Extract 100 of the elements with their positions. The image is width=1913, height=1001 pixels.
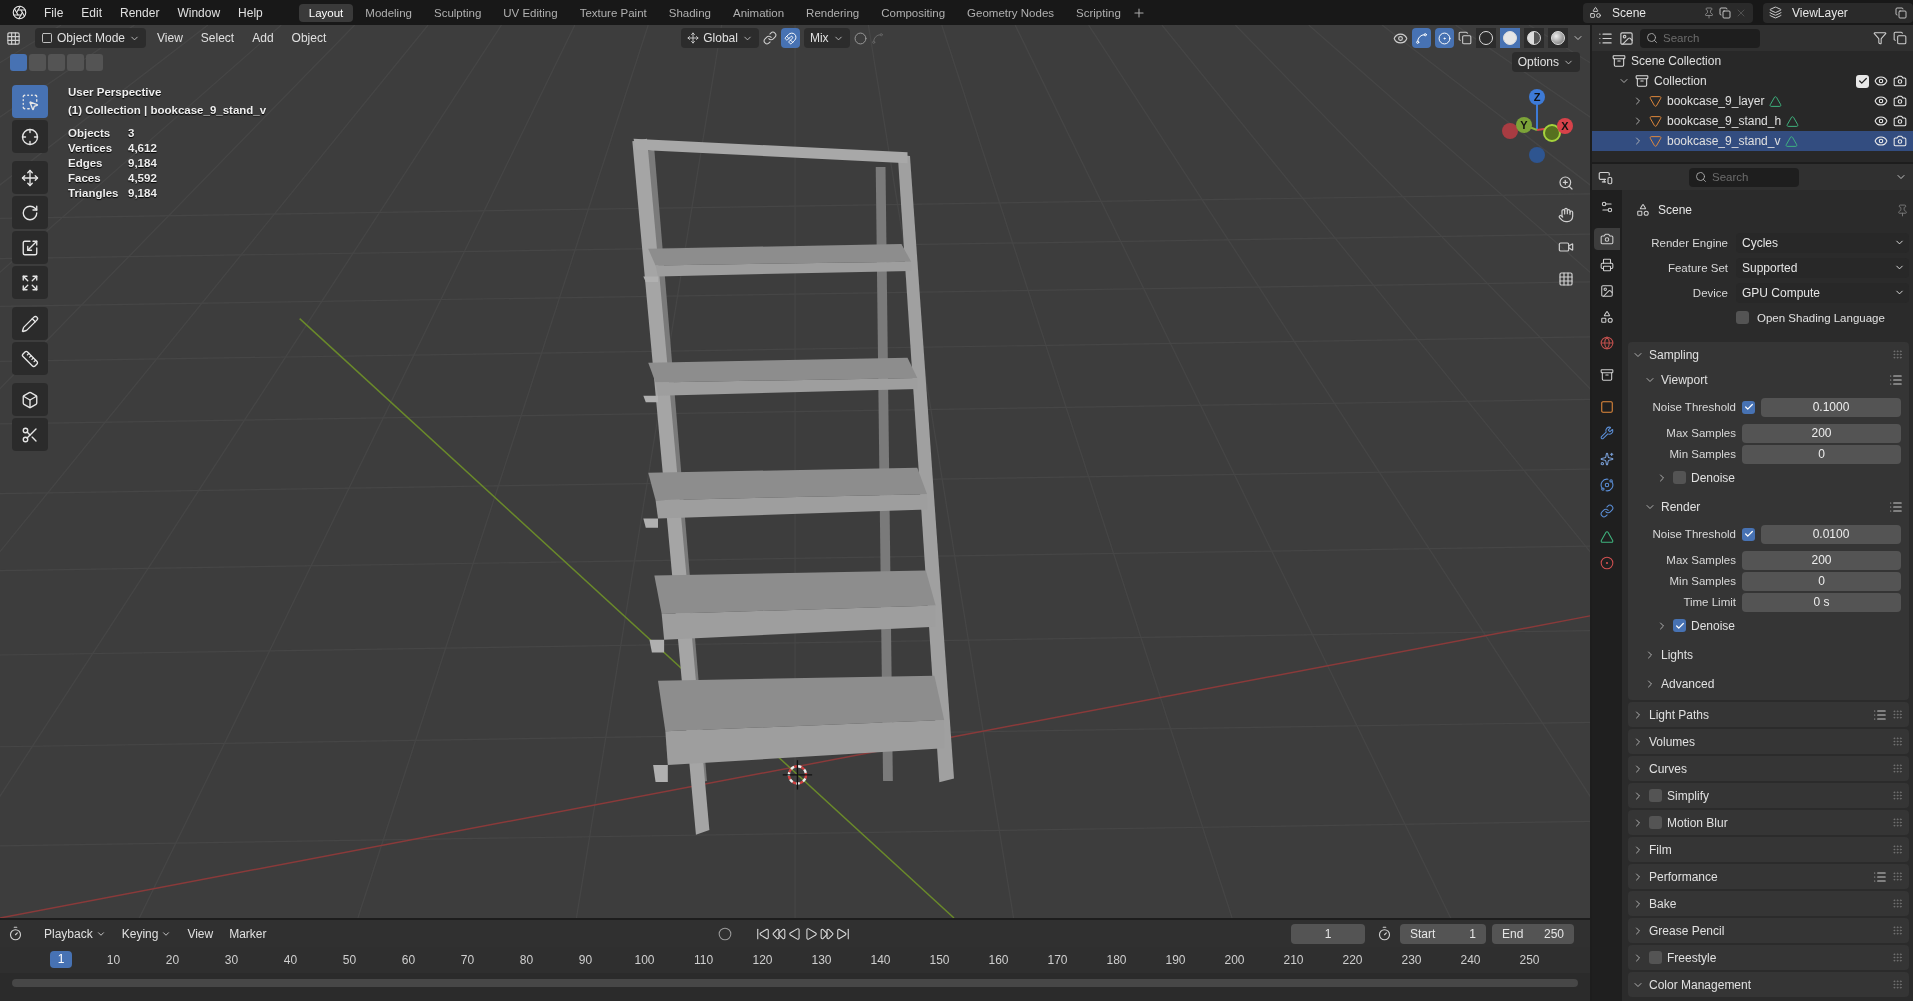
panel-title[interactable]: Simplify [1667, 788, 1709, 803]
blender-logo-icon[interactable] [12, 5, 27, 20]
drag-handle-icon[interactable] [1892, 844, 1903, 855]
panel-title[interactable]: Film [1649, 842, 1672, 857]
camera-icon[interactable] [1893, 134, 1907, 148]
axis-gizmo[interactable]: Z Y X [1492, 85, 1582, 175]
checkbox[interactable] [1673, 619, 1686, 632]
display-mode-icon[interactable] [1598, 30, 1613, 46]
pin-icon[interactable] [1703, 6, 1715, 19]
workspace-tab[interactable]: Modeling [355, 3, 422, 22]
view-layer-icon[interactable] [1619, 30, 1634, 46]
mesh-data-icon[interactable] [1786, 114, 1800, 128]
jump-start-icon[interactable] [755, 926, 770, 941]
3d-viewport[interactable]: Object Mode View Select Add Object Global Mix Options User Perspective (1) Collection | bookcase_9_stand_v Objects 3 Vertices 4,612 Edges 9,184 Faces 4,592 Triangles 9,184 Z Y X [0, 25, 1590, 918]
number-field[interactable]: 200 [1742, 550, 1901, 570]
options-dropdown[interactable]: Options [1511, 52, 1580, 72]
mesh-data-icon[interactable] [1769, 94, 1783, 108]
drag-handle-icon[interactable] [1892, 790, 1903, 801]
visibility-icon[interactable] [1393, 30, 1408, 46]
checkbox[interactable] [1649, 789, 1662, 802]
camera-icon[interactable] [1893, 74, 1907, 88]
header-menu[interactable]: Add [245, 31, 281, 45]
menu-item[interactable]: Render [111, 5, 169, 20]
menu-item[interactable]: Help [229, 5, 272, 20]
presets-icon[interactable] [1873, 869, 1887, 884]
workspace-tab[interactable]: Sculpting [423, 3, 492, 22]
tool-button[interactable] [12, 266, 48, 299]
shading-button[interactable] [1524, 28, 1544, 48]
editor-type-icon[interactable] [6, 30, 21, 46]
tool-button[interactable] [12, 342, 48, 375]
panel-title[interactable]: Freestyle [1667, 950, 1717, 965]
new-collection-icon[interactable] [1893, 31, 1907, 45]
tree-item[interactable]: Scene Collection [1631, 54, 1722, 68]
scene-selector[interactable]: Scene [1583, 2, 1753, 23]
xray-icon[interactable] [1458, 31, 1472, 45]
jump-end-icon[interactable] [835, 926, 850, 941]
panel-title[interactable]: Volumes [1649, 734, 1696, 749]
end-frame-field[interactable]: End 250 [1492, 923, 1574, 944]
drag-handle-icon[interactable] [1892, 979, 1903, 990]
tool-button[interactable] [12, 307, 48, 340]
number-field[interactable]: 0 [1742, 571, 1901, 591]
panel-title[interactable]: Motion Blur [1667, 815, 1728, 830]
eye-icon[interactable] [1874, 94, 1888, 108]
drag-handle-icon[interactable] [1892, 925, 1903, 936]
panel-title[interactable]: Denoise [1691, 470, 1736, 485]
copy-icon[interactable] [1719, 6, 1731, 19]
orientation-dropdown[interactable]: Global [681, 28, 759, 48]
number-field[interactable]: 0.0100 [1761, 524, 1901, 544]
axis-handle[interactable] [1529, 89, 1545, 105]
filter-icon[interactable] [1873, 31, 1887, 45]
axis-handle[interactable] [1502, 123, 1518, 139]
workspace-tab[interactable]: Animation [722, 3, 795, 22]
dropdown[interactable]: GPU Compute [1736, 282, 1909, 303]
drag-handle-icon[interactable] [1892, 817, 1903, 828]
workspace-tab[interactable]: Compositing [871, 3, 956, 22]
number-field[interactable]: 0 [1742, 444, 1901, 464]
play-icon[interactable] [803, 926, 818, 941]
workspace-tab[interactable]: Shading [658, 3, 721, 22]
play-reverse-icon[interactable] [787, 926, 802, 941]
playhead[interactable]: 1 [50, 951, 72, 968]
tool-button[interactable] [12, 231, 48, 264]
panel-title[interactable]: Denoise [1691, 618, 1736, 633]
eye-icon[interactable] [1874, 114, 1888, 128]
checkbox[interactable] [1736, 311, 1749, 324]
overlay-toggle[interactable] [1435, 28, 1454, 48]
drag-handle-icon[interactable] [1892, 349, 1903, 360]
panel-title[interactable]: Sampling [1649, 347, 1700, 362]
timeline-menu[interactable]: Playback [37, 926, 113, 941]
add-icon[interactable] [1131, 5, 1146, 20]
shading-button[interactable] [1476, 28, 1496, 48]
dropdown[interactable]: Cycles [1736, 232, 1909, 253]
presets-icon[interactable] [1873, 707, 1887, 722]
menu-item[interactable]: File [35, 5, 73, 20]
timeline-menu[interactable]: View [180, 926, 221, 941]
eye-icon[interactable] [1874, 134, 1888, 148]
timeline-menu[interactable]: Marker [222, 926, 274, 941]
record-icon[interactable] [717, 926, 732, 941]
tool-button[interactable] [12, 383, 48, 416]
workspace-tab[interactable]: UV Editing [493, 3, 568, 22]
previous-keyframe-icon[interactable] [771, 926, 786, 941]
presets-icon[interactable] [1889, 372, 1903, 387]
checkbox[interactable] [1649, 816, 1662, 829]
next-keyframe-icon[interactable] [819, 926, 834, 941]
number-field[interactable]: 0.1000 [1761, 397, 1901, 417]
editor-type-icon[interactable] [1598, 169, 1613, 185]
panel-title[interactable]: Bake [1649, 896, 1677, 911]
panel-title[interactable]: Grease Pencil [1649, 923, 1725, 938]
proportional-edit-icon[interactable] [853, 31, 867, 45]
scrollbar[interactable] [12, 979, 1578, 987]
menu-item[interactable]: Window [168, 5, 230, 20]
number-field[interactable]: 200 [1742, 423, 1901, 443]
tool-button[interactable] [12, 161, 48, 194]
checkbox[interactable] [1742, 527, 1755, 541]
view-layer-selector[interactable]: ViewLayer [1763, 2, 1913, 23]
number-field[interactable]: 0 s [1742, 592, 1901, 612]
drag-handle-icon[interactable] [1892, 763, 1903, 774]
snap-toggle[interactable] [780, 28, 800, 48]
menu-item[interactable]: Edit [72, 5, 112, 20]
header-menu[interactable]: Object [284, 31, 334, 45]
timeline-menu[interactable]: Keying [114, 926, 179, 941]
